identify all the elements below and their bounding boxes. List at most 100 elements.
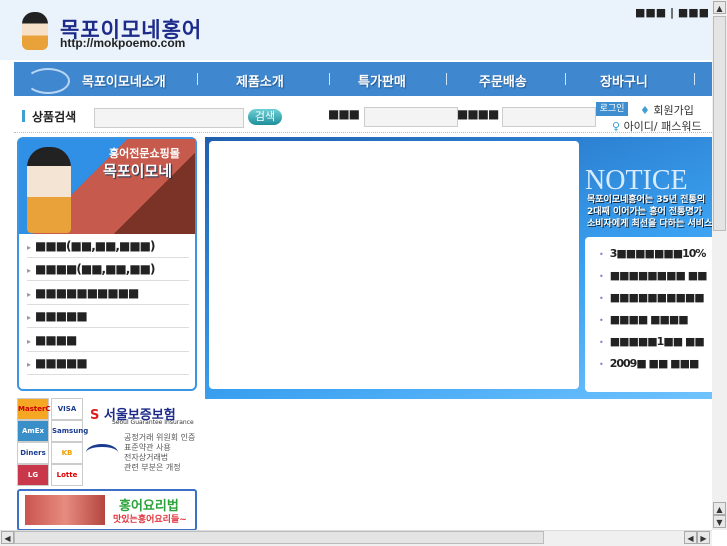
- main-banner: NOTICE 목포이모네홍어는 35년 전통의 2대째 이어가는 홍어 전통명가…: [205, 137, 712, 399]
- notice-intro-line: 2대째 이어가는 홍어 전통명가: [587, 207, 703, 217]
- search-label: 상품검색: [32, 110, 77, 124]
- certification-text: 공정거래 위원회 인증 표준약관 사용 전자상거래법 관련 부분은 개정: [124, 433, 195, 473]
- bullet-icon: •: [599, 360, 604, 369]
- bullet-icon: •: [599, 250, 604, 259]
- top-link[interactable]: ■■■: [635, 6, 666, 19]
- cert-line: 공정거래 위원회 인증: [124, 433, 196, 442]
- category-item[interactable]: ▸ ■■■■(■■,■■,■■): [27, 258, 189, 281]
- logo-url[interactable]: http://mokpoemo.com: [60, 36, 185, 50]
- notice-intro: 목포이모네홍어는 35년 전통의 2대째 이어가는 홍어 전통명가 소비자에게 …: [587, 194, 714, 230]
- search-button[interactable]: 검색: [248, 109, 282, 125]
- scroll-right-icon[interactable]: ▶: [697, 531, 710, 544]
- bullet-icon: ▸: [27, 266, 32, 275]
- mastercard-icon: MasterCard: [17, 398, 64, 420]
- cert-line: 관련 부분은 개정: [124, 463, 181, 472]
- nav-separator: [694, 73, 695, 85]
- notice-item[interactable]: • 2009■ ■■ ■■■: [599, 357, 700, 370]
- promo-banner[interactable]: 홍어전문쇼핑몰 목포이모네: [19, 139, 195, 234]
- top-links: ■■■ | ■■■: [634, 6, 709, 19]
- notice-item[interactable]: • ■■■■■■■■■■: [599, 291, 705, 304]
- notice-item-label: 3■■■■■■■10%: [609, 247, 707, 260]
- amex-icon: AmEx: [17, 420, 49, 442]
- logo-mascot-icon: [22, 12, 48, 50]
- join-label: 회원가입: [653, 104, 694, 117]
- scroll-down-icon[interactable]: ▼: [713, 515, 726, 528]
- notice-title: NOTICE: [585, 165, 688, 196]
- notice-item[interactable]: • ■■■■■■■■ ■■: [599, 269, 708, 282]
- login-button[interactable]: 로그인: [596, 102, 628, 116]
- horizontal-scroll-thumb[interactable]: [14, 531, 544, 544]
- eye-icon: [86, 444, 118, 461]
- nav-separator: [197, 73, 198, 85]
- kb-card-icon: KB: [51, 442, 83, 464]
- skate-image: [25, 495, 105, 525]
- notice-item-label: 2009■ ■■ ■■■: [609, 357, 700, 370]
- password-label: ■■■■: [457, 107, 499, 121]
- bullet-icon: •: [599, 294, 604, 303]
- bullet-bar: [22, 110, 25, 122]
- search-row: 상품검색 검색 ■■■ ■■■■ 로그인 ♦ 회원가입 ♀ 아이디/ 패스워드 …: [14, 100, 712, 149]
- category-label: ■■■■■: [35, 356, 88, 370]
- scroll-up-icon[interactable]: ▲: [713, 502, 726, 515]
- notice-intro-line: 소비자에게 최선을 다하는 서비스: [587, 219, 713, 229]
- swirl-icon: [26, 68, 70, 94]
- notice-item[interactable]: • 3■■■■■■■10%: [599, 247, 707, 260]
- pin-icon: ♀: [612, 120, 621, 133]
- join-link[interactable]: ♦ 회원가입: [640, 102, 694, 118]
- lg-card-icon: LG: [17, 464, 49, 486]
- nav-separator: [446, 73, 447, 85]
- password-input[interactable]: [502, 107, 596, 127]
- recipe-banner[interactable]: 홍어요리법 맛있는홍어요리들~: [17, 489, 197, 531]
- category-label: ■■■(■■,■■,■■■): [35, 239, 155, 253]
- recipe-subtitle: 맛있는홍어요리들~: [113, 515, 187, 525]
- nav-about[interactable]: 목포이모네소개: [82, 71, 166, 90]
- scroll-up-icon[interactable]: ▲: [713, 1, 726, 14]
- samsung-card-icon: Samsung: [51, 420, 88, 442]
- notice-item-label: ■■■■■■■■■■: [609, 291, 705, 304]
- nav-separator: [565, 73, 566, 85]
- insurance-icon: S: [90, 408, 100, 423]
- nav-separator: [329, 73, 330, 85]
- insurance-name-en: Seoul Guarantee Insurance: [112, 419, 194, 426]
- category-panel: 홍어전문쇼핑몰 목포이모네 ▸ ■■■(■■,■■,■■■) ▸ ■■■■(■■,■…: [17, 137, 197, 391]
- cert-line: 전자상거래법: [124, 453, 169, 462]
- bullet-icon: ▸: [27, 360, 32, 369]
- mascot-image: [27, 147, 71, 233]
- bullet-icon: ▸: [27, 313, 32, 322]
- category-item[interactable]: ▸ ■■■(■■,■■,■■■): [27, 235, 189, 258]
- category-item[interactable]: ▸ ■■■■■■■■■■: [27, 282, 189, 305]
- main-nav: 목포이모네소개 제품소개 특가판매 주문배송 장바구니: [14, 62, 712, 96]
- top-link[interactable]: ■■■: [678, 6, 709, 19]
- category-item[interactable]: ▸ ■■■■■: [27, 305, 189, 328]
- category-label: ■■■■■: [35, 309, 88, 323]
- notice-item-label: ■■■■■■■■ ■■: [609, 269, 708, 282]
- nav-orders[interactable]: 주문배송: [479, 71, 527, 90]
- nav-cart[interactable]: 장바구니: [600, 71, 648, 90]
- diners-icon: Diners: [17, 442, 49, 464]
- nav-products[interactable]: 제품소개: [236, 71, 284, 90]
- id-label: ■■■: [328, 107, 360, 121]
- bullet-icon: ▸: [27, 243, 32, 252]
- nav-specials[interactable]: 특가판매: [358, 71, 406, 90]
- bullet-icon: •: [599, 272, 604, 281]
- category-item[interactable]: ▸ ■■■■■: [27, 352, 189, 375]
- promo-subtitle: 홍어전문쇼핑몰: [109, 147, 180, 160]
- notice-item[interactable]: • ■■■■ ■■■■: [599, 313, 689, 326]
- visa-icon: VISA: [51, 398, 83, 420]
- person-icon: ♦: [640, 104, 650, 117]
- scroll-left-icon[interactable]: ◀: [1, 531, 14, 544]
- lotte-card-icon: Lotte: [51, 464, 83, 486]
- bullet-icon: ▸: [27, 290, 32, 299]
- category-item[interactable]: ▸ ■■■■: [27, 329, 189, 352]
- search-input[interactable]: [94, 108, 244, 128]
- scroll-left-icon[interactable]: ◀: [684, 531, 697, 544]
- notice-item[interactable]: • ■■■■■1■■ ■■: [599, 335, 705, 348]
- notice-item-label: ■■■■ ■■■■: [609, 313, 689, 326]
- vertical-scroll-thumb[interactable]: [713, 16, 726, 231]
- id-input[interactable]: [364, 107, 458, 127]
- notice-intro-line: 목포이모네홍어는 35년 전통의: [587, 195, 706, 205]
- notice-list: • 3■■■■■■■10% • ■■■■■■■■ ■■ • ■■■■■■■■■■ • ■…: [585, 237, 712, 392]
- promo-title: 목포이모네: [103, 162, 173, 180]
- cert-line: 표준약관 사용: [124, 443, 171, 452]
- content-area: [209, 141, 579, 389]
